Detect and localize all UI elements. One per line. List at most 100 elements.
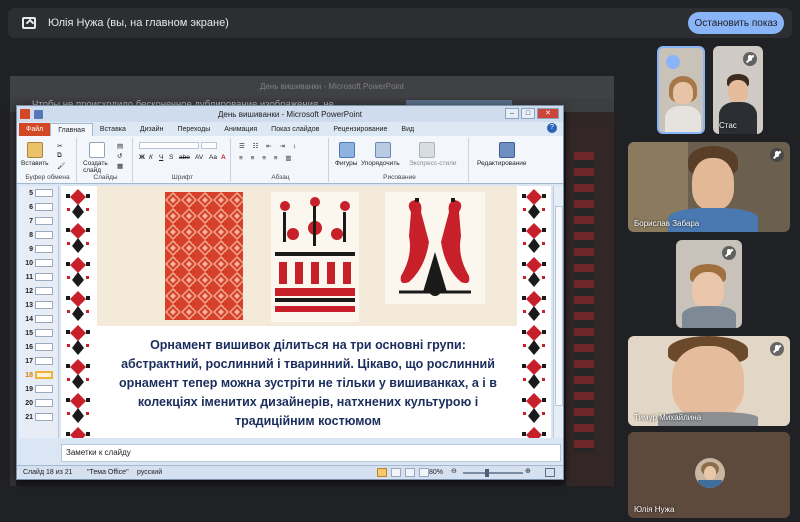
zoom-out-button[interactable]: ⊖ [451,467,457,475]
group-slides: Создать слайд ▤ ↺ ▦ Слайды [79,138,133,182]
new-slide-icon[interactable] [89,142,105,158]
binoculars-icon[interactable] [499,142,515,158]
zoom-in-button[interactable]: ⊕ [525,467,531,475]
arrange-label[interactable]: Упорядочить [361,160,400,167]
thumbnail-12[interactable]: 12 [23,286,57,296]
background-window-titlebar: День вишиванки - Microsoft PowerPoint [10,76,614,98]
spacing-button[interactable]: AV [195,154,203,161]
tab-transitions[interactable]: Переходы [170,123,217,136]
quick-styles-label[interactable]: Экспресс-стили [409,160,457,167]
participant-tile-tymur[interactable]: Тимур Михайлина [628,336,790,426]
font-size-select[interactable] [201,142,217,149]
list-buttons[interactable]: ☰ ☷ ⇤ ⇥ ↕ [239,142,299,150]
tab-slideshow[interactable]: Показ слайдов [264,123,326,136]
bold-button[interactable]: Ж [139,154,145,161]
tab-animations[interactable]: Анимация [217,123,264,136]
quick-styles-icon[interactable] [419,142,435,158]
participant-tymur-face [672,346,744,418]
shadow-button[interactable]: S [169,154,173,161]
shapes-icon[interactable] [339,142,355,158]
tab-view[interactable]: Вид [394,123,421,136]
new-slide-label[interactable]: Создать слайд [83,160,113,174]
thumbnail-7[interactable]: 7 [23,216,57,226]
slide-body-text[interactable]: Орнамент вишивок ділиться на три основні… [113,336,503,431]
paste-label[interactable]: Вставить [21,160,49,167]
layout-icon[interactable]: ▤ [117,142,123,150]
minimize-button[interactable]: – [505,108,519,119]
cut-icon[interactable]: ✂ [57,142,62,150]
participant-tile-stas[interactable]: Стас [713,46,763,134]
arrange-icon[interactable] [375,142,391,158]
thumbnail-13[interactable]: 13 [23,300,57,310]
reset-icon[interactable]: ↺ [117,152,122,160]
tab-home[interactable]: Главная [50,123,93,136]
more-options-icon[interactable] [666,55,680,69]
ribbon: Вставить ✂ ⧉ 🖌 Буфер обмена Создать слай… [17,136,563,184]
strikethrough-button[interactable]: abe [179,154,190,161]
maximize-button[interactable]: □ [521,108,535,119]
thumbnail-9[interactable]: 9 [23,244,57,254]
slide-vertical-scrollbar[interactable] [553,186,563,438]
italic-button[interactable]: К [149,154,153,161]
format-painter-icon[interactable]: 🖌 [57,162,65,170]
thumbnail-11[interactable]: 11 [23,272,57,282]
font-family-select[interactable] [139,142,199,149]
thumbnail-17[interactable]: 17 [23,356,57,366]
font-group-label: Шрифт [171,174,194,181]
normal-view-icon[interactable] [377,468,387,477]
case-button[interactable]: Aa [209,154,217,161]
thumbnail-20[interactable]: 20 [23,398,57,408]
muted-mic-icon [743,52,757,66]
shapes-label[interactable]: Фигуры [335,160,357,167]
abstract-ornament-image [165,192,243,320]
editing-label[interactable]: Редактирование [477,160,527,167]
participant-tile-yulia[interactable]: Юлія Нужа [628,432,790,518]
participant-name: Борислав Забара [634,219,700,228]
align-buttons[interactable]: ≡ ≡ ≡ ≡ ▥ [239,154,295,162]
section-icon[interactable]: ▦ [117,162,123,170]
group-clipboard: Вставить ✂ ⧉ 🖌 Буфер обмена [19,138,77,182]
participant-tile-4[interactable] [676,240,742,328]
group-drawing: Фигуры Упорядочить Экспресс-стили Рисова… [331,138,469,182]
copy-icon[interactable]: ⧉ [57,152,62,160]
participant-name: Юлія Нужа [634,505,675,514]
tab-design[interactable]: Дизайн [133,123,171,136]
participant-tile-boryslav[interactable]: Борислав Забара [628,142,790,232]
thumbnail-16[interactable]: 16 [23,342,57,352]
slideshow-view-icon[interactable] [419,468,429,477]
floral-ornament-image [271,192,359,322]
underline-button[interactable]: Ч [159,154,163,161]
group-font: Ж К Ч S abe AV Aa A Шрифт [135,138,231,182]
thumbnail-15[interactable]: 15 [23,328,57,338]
thumbnail-10[interactable]: 10 [23,258,57,268]
paste-icon[interactable] [27,142,43,158]
notes-pane[interactable]: Заметки к слайду [61,444,561,462]
reading-view-icon[interactable] [405,468,415,477]
animal-ornament-image [385,192,485,304]
thumbnail-21[interactable]: 21 [23,412,57,422]
sorter-view-icon[interactable] [391,468,401,477]
left-embroidery-border [63,186,93,438]
close-button[interactable]: ✕ [537,108,559,119]
slide-canvas[interactable]: Орнамент вишивок ділиться на три основні… [61,186,551,438]
tab-insert[interactable]: Вставка [93,123,133,136]
thumbnail-19[interactable]: 19 [23,384,57,394]
clipboard-group-label: Буфер обмена [25,174,70,181]
thumbnail-6[interactable]: 6 [23,202,57,212]
participant-tile-1[interactable] [657,46,705,134]
thumbnail-18[interactable]: 18 [23,370,57,380]
zoom-level[interactable]: 80% [429,469,443,476]
fit-slide-icon[interactable] [545,468,555,477]
zoom-slider-handle[interactable] [485,469,489,477]
tab-file[interactable]: Файл [19,123,51,136]
language[interactable]: русский [137,469,162,476]
ppt-titlebar: День вишиванки - Microsoft PowerPoint – … [17,106,563,122]
font-color-button[interactable]: A [221,154,226,161]
thumbnail-8[interactable]: 8 [23,230,57,240]
thumbnail-14[interactable]: 14 [23,314,57,324]
zoom-slider[interactable] [463,472,523,474]
thumbnail-5[interactable]: 5 [23,188,57,198]
help-icon[interactable]: ? [547,123,557,133]
tab-review[interactable]: Рецензирование [326,123,394,136]
stop-presenting-button[interactable]: Остановить показ [688,12,784,34]
